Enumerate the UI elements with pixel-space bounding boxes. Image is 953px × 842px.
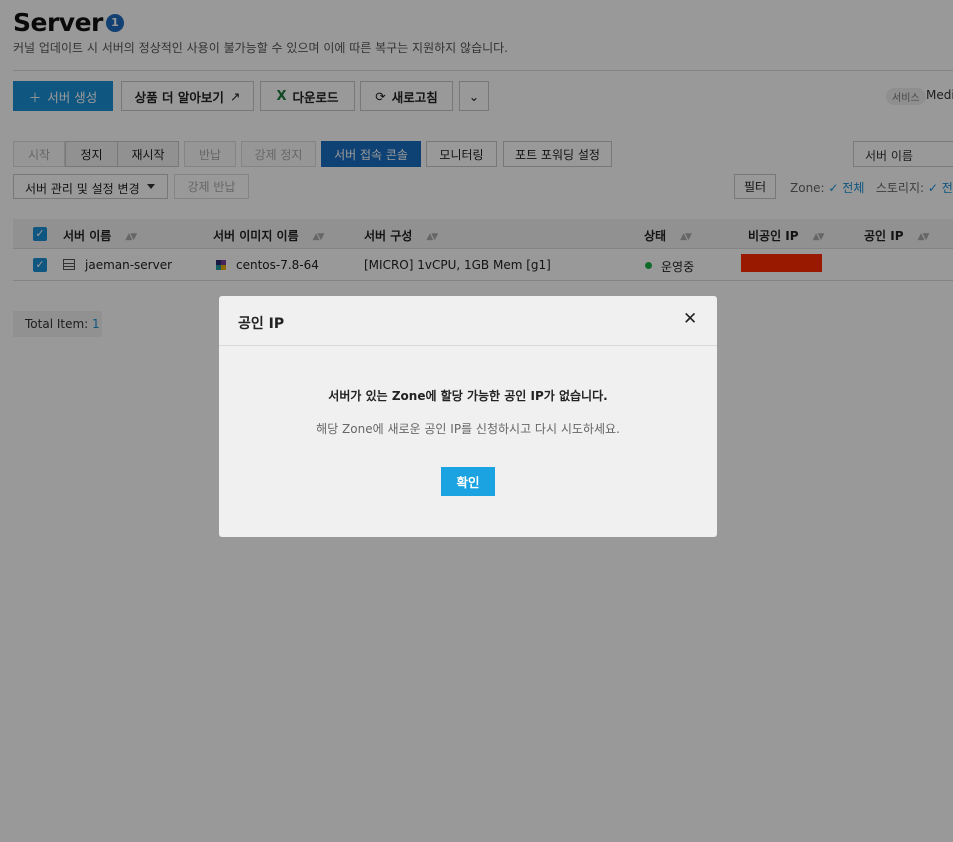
dialog-message: 서버가 있는 Zone에 할당 가능한 공인 IP가 없습니다. <box>328 389 608 403</box>
public-ip-dialog: 공인 IP ✕ 서버가 있는 Zone에 할당 가능한 공인 IP가 없습니다.… <box>219 296 717 537</box>
close-icon[interactable]: ✕ <box>683 311 697 328</box>
dialog-title: 공인 IP <box>238 316 285 332</box>
dialog-header: 공인 IP ✕ <box>219 296 717 346</box>
dialog-sub-message: 해당 Zone에 새로운 공인 IP를 신청하시고 다시 시도하세요. <box>316 422 620 436</box>
confirm-button[interactable]: 확인 <box>441 467 495 496</box>
